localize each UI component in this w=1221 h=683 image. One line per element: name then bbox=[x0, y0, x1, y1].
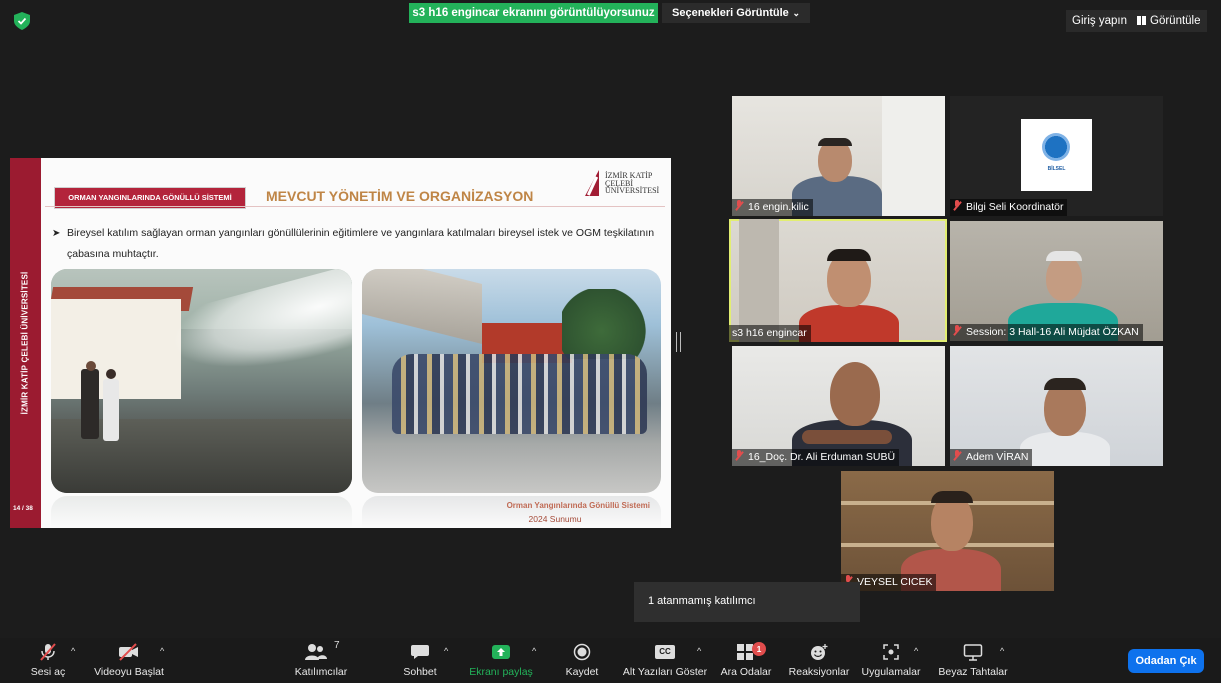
participants-button[interactable]: 7 Katılımcılar bbox=[288, 638, 354, 683]
slide-bullet-text: Bireysel katılım sağlayan orman yangınla… bbox=[67, 227, 655, 260]
slide-bullet: ➤ Bireysel katılım sağlayan orman yangın… bbox=[52, 223, 667, 265]
slide-footer-title: Orman Yangınlarında Gönüllü Sistemi bbox=[506, 501, 650, 510]
leave-room-button[interactable]: Odadan Çık bbox=[1128, 649, 1204, 673]
participants-icon bbox=[305, 644, 327, 660]
sign-in-button[interactable]: Giriş yapın bbox=[1066, 10, 1133, 32]
video-tile[interactable]: VEYSEL CICEK bbox=[841, 471, 1054, 591]
video-tile[interactable]: 16_Doç. Dr. Ali Erduman SUBÜ bbox=[732, 346, 945, 466]
apps-label: Uygulamalar bbox=[861, 666, 921, 678]
whiteboards-label: Beyaz Tahtalar bbox=[938, 666, 1008, 678]
start-video-button[interactable]: Videoyu Başlat bbox=[86, 638, 172, 683]
breakout-rooms-button[interactable]: 1 Ara Odalar bbox=[718, 638, 774, 683]
participant-name: s3 h16 engincar bbox=[729, 325, 811, 342]
start-video-label: Videoyu Başlat bbox=[94, 666, 164, 678]
security-shield-icon[interactable] bbox=[14, 12, 30, 30]
video-tile[interactable]: Session: 3 Hall-16 Ali Müjdat ÖZKAN bbox=[950, 221, 1163, 341]
participant-name: Session: 3 Hall-16 Ali Müjdat ÖZKAN bbox=[950, 324, 1143, 341]
reactions-label: Reaksiyonlar bbox=[788, 666, 850, 678]
university-logo: İZMİR KATİP ÇELEBİ ÜNİVERSİTESİ bbox=[585, 166, 665, 204]
participants-label: Katılımcılar bbox=[294, 666, 348, 678]
captions-button[interactable]: CC Alt Yazıları Göster bbox=[620, 638, 710, 683]
captions-icon: CC bbox=[655, 645, 675, 659]
mic-muted-icon bbox=[735, 200, 743, 211]
mic-muted-icon bbox=[953, 450, 961, 461]
video-tile[interactable]: Adem VİRAN bbox=[950, 346, 1163, 466]
participant-name: 16_Doç. Dr. Ali Erduman SUBÜ bbox=[732, 449, 900, 466]
meeting-toolbar: Sesi aç ^ Videoyu Başlat ^ 7 Katılımcıla… bbox=[0, 638, 1221, 683]
breakout-rooms-badge: 1 bbox=[752, 642, 766, 656]
slide-photo-group bbox=[362, 269, 661, 493]
bullet-arrow-icon: ➤ bbox=[52, 228, 61, 239]
share-screen-icon bbox=[492, 645, 510, 659]
chat-label: Sohbet bbox=[403, 666, 437, 678]
record-icon bbox=[573, 643, 591, 661]
unassigned-participants-tooltip: 1 atanmamış katılımcı bbox=[634, 582, 860, 622]
participant-name: Adem VİRAN bbox=[950, 449, 1033, 466]
participants-count: 7 bbox=[334, 640, 340, 651]
share-options-caret[interactable]: ^ bbox=[532, 646, 536, 656]
mic-muted-icon bbox=[953, 325, 961, 336]
participant-name: 16 engin.kilic bbox=[732, 199, 813, 216]
audio-options-caret[interactable]: ^ bbox=[71, 646, 75, 656]
apps-options-caret[interactable]: ^ bbox=[914, 646, 918, 656]
record-button[interactable]: Kaydet bbox=[560, 638, 604, 683]
chevron-down-icon: ⌄ bbox=[792, 8, 800, 18]
slide-footer-subtitle: 2024 Sunumu bbox=[528, 514, 582, 524]
view-layout-icon bbox=[1137, 16, 1146, 25]
chat-icon bbox=[411, 645, 429, 659]
whiteboard-icon bbox=[963, 644, 983, 661]
chat-button[interactable]: Sohbet bbox=[398, 638, 442, 683]
panel-splitter[interactable] bbox=[676, 332, 681, 352]
shared-screen-slide: İZMİR KATİP ÇELEBİ ÜNİVERSİTESİ 14 / 38 … bbox=[10, 158, 671, 528]
unmute-button[interactable]: Sesi aç bbox=[28, 638, 68, 683]
record-label: Kaydet bbox=[565, 666, 599, 678]
bilsel-logo: BİLSEL bbox=[1021, 119, 1092, 191]
view-options-dropdown[interactable]: Seçenekleri Görüntüle ⌄ bbox=[662, 3, 810, 23]
video-tile[interactable]: 16 engin.kilic bbox=[732, 96, 945, 216]
slide-page-number: 14 / 38 bbox=[13, 505, 33, 512]
slide-photo-firefighting bbox=[51, 269, 352, 493]
view-button[interactable]: Görüntüle bbox=[1131, 10, 1207, 32]
bilsel-logo-text: BİLSEL bbox=[1047, 166, 1066, 172]
apps-button[interactable]: Uygulamalar bbox=[858, 638, 924, 683]
mic-muted-icon bbox=[953, 200, 961, 211]
university-logo-text: İZMİR KATİP ÇELEBİ ÜNİVERSİTESİ bbox=[605, 171, 660, 195]
whiteboards-options-caret[interactable]: ^ bbox=[1000, 646, 1004, 656]
view-options-label: Seçenekleri Görüntüle bbox=[672, 7, 789, 19]
captions-label: Alt Yazıları Göster bbox=[622, 666, 708, 678]
unmute-label: Sesi aç bbox=[30, 666, 66, 678]
share-screen-button[interactable]: Ekranı paylaş bbox=[468, 638, 534, 683]
video-tile[interactable]: BİLSEL Bilgi Seli Koordinatör bbox=[950, 96, 1163, 216]
apps-icon bbox=[883, 644, 899, 660]
chat-options-caret[interactable]: ^ bbox=[444, 646, 448, 656]
video-options-caret[interactable]: ^ bbox=[160, 646, 164, 656]
slide-divider bbox=[45, 206, 665, 207]
reactions-icon bbox=[811, 644, 828, 660]
captions-options-caret[interactable]: ^ bbox=[697, 646, 701, 656]
mic-muted-icon bbox=[735, 450, 743, 461]
video-off-icon bbox=[119, 643, 138, 661]
slide-title: MEVCUT YÖNETİM VE ORGANİZASYON bbox=[266, 188, 534, 204]
slide-side-text: İZMİR KATİP ÇELEBİ ÜNİVERSİTESİ bbox=[20, 271, 30, 415]
view-button-label: Görüntüle bbox=[1150, 15, 1201, 27]
participant-name: Bilgi Seli Koordinatör bbox=[950, 199, 1068, 216]
video-tile-active-speaker[interactable]: s3 h16 engincar bbox=[729, 219, 947, 342]
mic-muted-icon bbox=[40, 643, 56, 661]
photo-reflection bbox=[51, 496, 352, 528]
whiteboards-button[interactable]: Beyaz Tahtalar bbox=[934, 638, 1012, 683]
reactions-button[interactable]: Reaksiyonlar bbox=[786, 638, 852, 683]
share-screen-label: Ekranı paylaş bbox=[469, 666, 533, 678]
screen-share-banner: s3 h16 engincar ekranını görüntülüyorsun… bbox=[409, 3, 658, 23]
breakout-rooms-label: Ara Odalar bbox=[720, 666, 772, 678]
